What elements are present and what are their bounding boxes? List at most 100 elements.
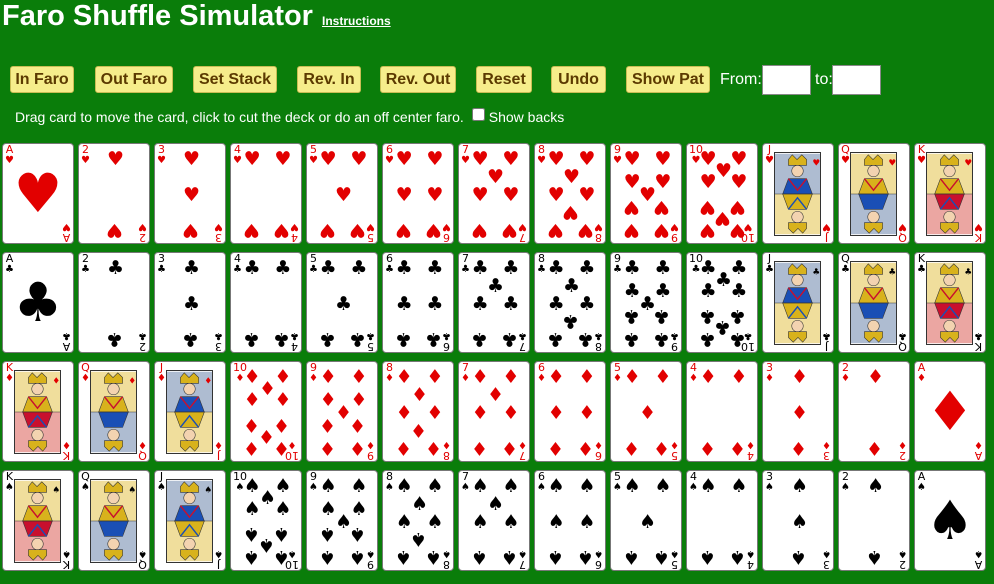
spade-icon: ♠ (349, 546, 367, 569)
out-faro-button[interactable]: Out Faro (95, 66, 173, 93)
playing-card[interactable]: 2 ♥ ♥ ♥ 2 ♥ (78, 143, 150, 244)
spade-icon: ♠ (654, 474, 672, 497)
diamond-icon: ♦ (274, 389, 292, 412)
spade-icon: ♠ (577, 546, 595, 569)
playing-card[interactable]: 5 ♠ ♠ ♠ ♠ ♠ ♠ 5 ♠ (610, 470, 682, 571)
playing-card[interactable]: K ♣ ♣ K ♣ (914, 252, 986, 353)
playing-card[interactable]: 7 ♣ ♣ ♣ ♣ ♣ ♣ ♣ ♣ 7 ♣ (458, 252, 530, 353)
card-suit-icon: ♣ (613, 264, 622, 275)
playing-card[interactable]: J ♦ ♦ J ♦ (154, 361, 226, 462)
heart-icon: ♥ (425, 219, 443, 242)
playing-card[interactable]: 4 ♥ ♥ ♥ ♥ ♥ 4 ♥ (230, 143, 302, 244)
card-suit-icon: ♥ (974, 221, 983, 232)
from-input[interactable] (762, 65, 811, 95)
svg-text:♥: ♥ (888, 158, 896, 168)
playing-card[interactable]: 4 ♠ ♠ ♠ ♠ ♠ 4 ♠ (686, 470, 758, 571)
playing-card[interactable]: 9 ♣ ♣ ♣ ♣ ♣ ♣ ♣ ♣ ♣ ♣ 9 ♣ (610, 252, 682, 353)
spade-icon: ♠ (547, 510, 565, 533)
club-icon: ♣ (349, 328, 367, 351)
card-pips: ♦ ♦ ♦ (777, 367, 821, 459)
hint-text: Drag card to move the card, click to cut… (15, 109, 464, 125)
playing-card[interactable]: A ♦ ♦ A ♦ (914, 361, 986, 462)
playing-card[interactable]: 9 ♥ ♥ ♥ ♥ ♥ ♥ ♥ ♥ ♥ ♥ 9 ♥ (610, 143, 682, 244)
playing-card[interactable]: Q ♠ ♠ Q ♠ (78, 470, 150, 571)
playing-card[interactable]: A ♠ ♠ A ♠ (914, 470, 986, 571)
playing-card[interactable]: 8 ♥ ♥ ♥ ♥ ♥ ♥ ♥ ♥ ♥ 8 ♥ (534, 143, 606, 244)
playing-card[interactable]: Q ♥ ♥ Q ♥ (838, 143, 910, 244)
show-pat-button[interactable]: Show Pat (626, 66, 710, 93)
spade-icon: ♠ (502, 474, 520, 497)
playing-card[interactable]: 10 ♦ ♦ ♦ ♦ ♦ ♦ ♦ ♦ ♦ ♦ ♦ 10 ♦ (230, 361, 302, 462)
undo-button[interactable]: Undo (551, 66, 606, 93)
rev-in-button[interactable]: Rev. In (297, 66, 361, 93)
playing-card[interactable]: 3 ♦ ♦ ♦ ♦ 3 ♦ (762, 361, 834, 462)
spade-icon: ♠ (426, 474, 444, 497)
playing-card[interactable]: 2 ♣ ♣ ♣ 2 ♣ (78, 252, 150, 353)
playing-card[interactable]: 10 ♣ ♣ ♣ ♣ ♣ ♣ ♣ ♣ ♣ ♣ ♣ 10 ♣ (686, 252, 758, 353)
club-icon: ♣ (546, 328, 564, 351)
card-corner-index: J ♣ (822, 330, 831, 353)
playing-card[interactable]: 10 ♠ ♠ ♠ ♠ ♠ ♠ ♠ ♠ ♠ ♠ ♠ 10 ♠ (230, 470, 302, 571)
playing-card[interactable]: 7 ♠ ♠ ♠ ♠ ♠ ♠ ♠ ♠ 7 ♠ (458, 470, 530, 571)
playing-card[interactable]: Q ♣ ♣ Q ♣ (838, 252, 910, 353)
playing-card[interactable]: 2 ♠ ♠ ♠ 2 ♠ (838, 470, 910, 571)
playing-card[interactable]: 5 ♥ ♥ ♥ ♥ ♥ ♥ 5 ♥ (306, 143, 378, 244)
spade-icon: ♠ (470, 546, 488, 569)
playing-card[interactable]: 5 ♦ ♦ ♦ ♦ ♦ ♦ 5 ♦ (610, 361, 682, 462)
playing-card[interactable]: K ♥ ♥ K ♥ (914, 143, 986, 244)
playing-card[interactable]: 5 ♣ ♣ ♣ ♣ ♣ ♣ 5 ♣ (306, 252, 378, 353)
card-suit-icon: ♥ (765, 155, 774, 166)
playing-card[interactable]: 4 ♣ ♣ ♣ ♣ ♣ 4 ♣ (230, 252, 302, 353)
card-pips: ♠ ♠ ♠ ♠ ♠ (623, 474, 672, 568)
card-corner-index: 7 ♦ (461, 362, 470, 384)
playing-card[interactable]: J ♠ ♠ J ♠ (154, 470, 226, 571)
in-faro-button[interactable]: In Faro (10, 66, 74, 93)
playing-card[interactable]: 3 ♣ ♣ ♣ ♣ 3 ♣ (154, 252, 226, 353)
spade-icon: ♠ (578, 474, 596, 497)
playing-card[interactable]: 6 ♣ ♣ ♣ ♣ ♣ ♣ ♣ 6 ♣ (382, 252, 454, 353)
card-rank: J (824, 340, 829, 353)
card-pips: ♦ ♦ ♦ ♦ ♦ ♦ ♦ ♦ ♦ ♦ (243, 367, 292, 459)
playing-card[interactable]: J ♣ ♣ J ♣ (762, 252, 834, 353)
playing-card[interactable]: 6 ♠ ♠ ♠ ♠ ♠ ♠ ♠ 6 ♠ (534, 470, 606, 571)
playing-card[interactable]: 8 ♣ ♣ ♣ ♣ ♣ ♣ ♣ ♣ ♣ 8 ♣ (534, 252, 606, 353)
playing-card[interactable]: Q ♦ ♦ Q ♦ (78, 361, 150, 462)
instructions-link[interactable]: Instructions (322, 14, 391, 28)
reset-button[interactable]: Reset (476, 66, 532, 93)
playing-card[interactable]: 7 ♦ ♦ ♦ ♦ ♦ ♦ ♦ ♦ 7 ♦ (458, 361, 530, 462)
playing-card[interactable]: 3 ♠ ♠ ♠ ♠ 3 ♠ (762, 470, 834, 571)
card-corner-index: 2 ♥ (81, 144, 90, 166)
card-rank: 5 (671, 558, 679, 571)
playing-card[interactable]: K ♦ ♦ K ♦ (2, 361, 74, 462)
club-icon: ♣ (502, 292, 520, 315)
playing-card[interactable]: 6 ♥ ♥ ♥ ♥ ♥ ♥ ♥ 6 ♥ (382, 143, 454, 244)
set-stack-button[interactable]: Set Stack (193, 66, 277, 93)
rev-out-button[interactable]: Rev. Out (380, 66, 456, 93)
card-rank: 3 (823, 558, 831, 571)
playing-card[interactable]: 9 ♦ ♦ ♦ ♦ ♦ ♦ ♦ ♦ ♦ ♦ 9 ♦ (306, 361, 378, 462)
card-corner-index: 9 ♥ (670, 221, 679, 243)
playing-card[interactable]: 2 ♦ ♦ ♦ 2 ♦ (838, 361, 910, 462)
playing-card[interactable]: 8 ♦ ♦ ♦ ♦ ♦ ♦ ♦ ♦ ♦ 8 ♦ (382, 361, 454, 462)
to-input[interactable] (832, 65, 881, 95)
playing-card[interactable]: A ♥ ♥ A ♥ (2, 143, 74, 244)
card-suit-icon: ♦ (366, 439, 375, 450)
spade-icon: ♠ (274, 498, 292, 521)
playing-card[interactable]: J ♥ ♥ J ♥ (762, 143, 834, 244)
show-backs-checkbox[interactable] (471, 107, 485, 121)
spade-icon: ♠ (243, 498, 261, 521)
playing-card[interactable]: A ♣ ♣ A ♣ (2, 252, 74, 353)
playing-card[interactable]: 9 ♠ ♠ ♠ ♠ ♠ ♠ ♠ ♠ ♠ ♠ 9 ♠ (306, 470, 378, 571)
playing-card[interactable]: 10 ♥ ♥ ♥ ♥ ♥ ♥ ♥ ♥ ♥ ♥ ♥ 10 ♥ (686, 143, 758, 244)
playing-card[interactable]: 7 ♥ ♥ ♥ ♥ ♥ ♥ ♥ ♥ 7 ♥ (458, 143, 530, 244)
playing-card[interactable]: 8 ♠ ♠ ♠ ♠ ♠ ♠ ♠ ♠ ♠ 8 ♠ (382, 470, 454, 571)
card-corner-index: 10 ♣ (741, 330, 755, 352)
heart-icon: ♥ (578, 147, 596, 170)
card-corner-index: K ♠ (62, 548, 71, 570)
playing-card[interactable]: 3 ♥ ♥ ♥ ♥ 3 ♥ (154, 143, 226, 244)
playing-card[interactable]: 4 ♦ ♦ ♦ ♦ ♦ 4 ♦ (686, 361, 758, 462)
diamond-icon: ♦ (577, 437, 595, 460)
diamond-icon: ♦ (547, 401, 565, 424)
playing-card[interactable]: 6 ♦ ♦ ♦ ♦ ♦ ♦ ♦ 6 ♦ (534, 361, 606, 462)
playing-card[interactable]: K ♠ ♠ K ♠ (2, 470, 74, 571)
